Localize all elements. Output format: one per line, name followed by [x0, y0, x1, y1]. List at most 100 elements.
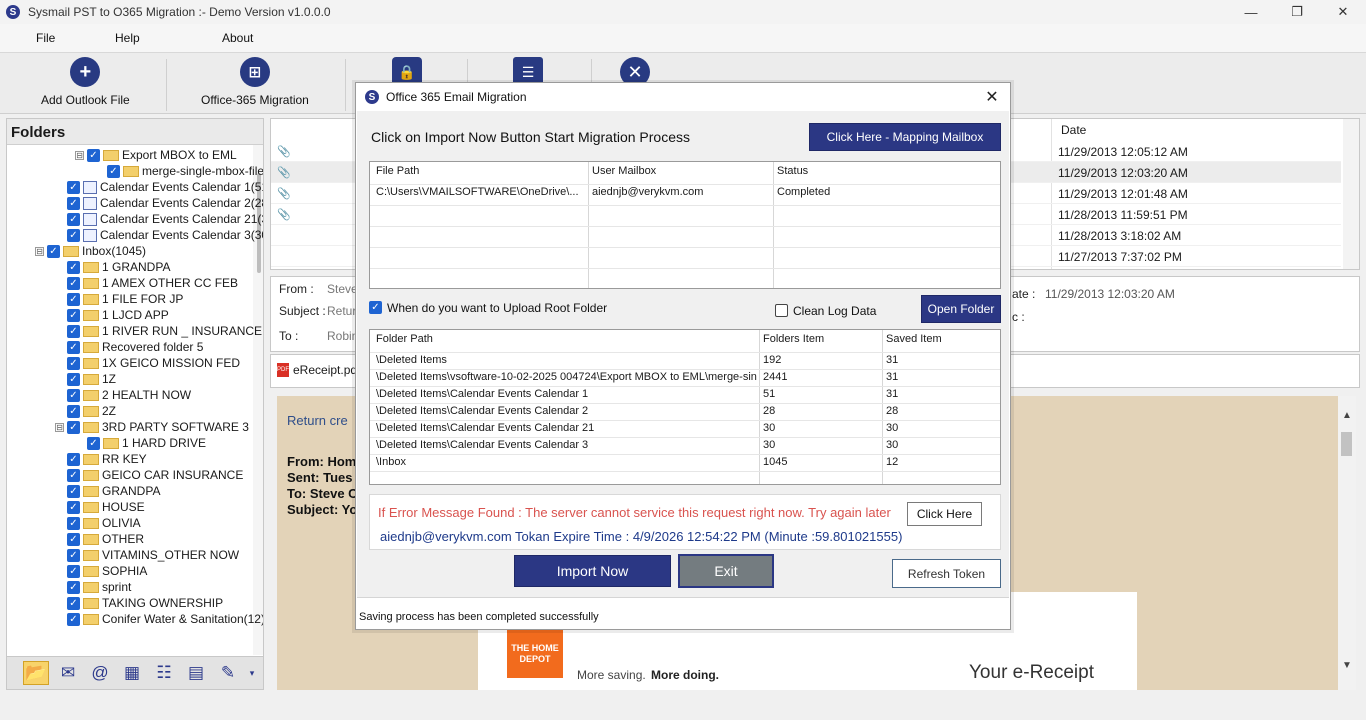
- office365-migration-button[interactable]: ⊞ Office-365 Migration: [201, 57, 309, 107]
- menu-help[interactable]: Help: [115, 31, 140, 45]
- contact-icon[interactable]: @: [87, 661, 113, 685]
- folder-tree-item[interactable]: ✓ 1 LJCD APP: [67, 307, 169, 323]
- folder-tree-item[interactable]: ✓ Calendar Events Calendar 1(51: [67, 179, 263, 195]
- folder-checkbox[interactable]: ✓: [67, 452, 80, 466]
- table-row[interactable]: \Deleted Items\Calendar Events Calendar …: [370, 437, 1000, 454]
- upload-root-checkbox[interactable]: ✓: [369, 301, 382, 314]
- folder-checkbox[interactable]: ✓: [67, 292, 80, 306]
- calendar-check-icon[interactable]: ▤: [183, 661, 209, 685]
- column-header[interactable]: Folders Item: [763, 333, 824, 345]
- folder-tree-item[interactable]: ✓ 1 HARD DRIVE: [87, 435, 206, 451]
- folder-checkbox[interactable]: ✓: [67, 500, 80, 514]
- folder-checkbox[interactable]: ✓: [67, 580, 80, 594]
- column-header[interactable]: Status: [777, 165, 808, 177]
- close-icon[interactable]: ✕: [1320, 0, 1366, 24]
- folder-tree-item[interactable]: ✓ 1Z: [67, 371, 116, 387]
- add-outlook-file-button[interactable]: + Add Outlook File: [41, 57, 130, 107]
- folder-checkbox[interactable]: ✓: [67, 516, 80, 530]
- folder-tree-item[interactable]: ✓ 1X GEICO MISSION FED: [67, 355, 240, 371]
- folder-tree-item[interactable]: ✓ 1 GRANDPA: [67, 259, 170, 275]
- folder-checkbox[interactable]: ✓: [67, 468, 80, 482]
- folder-tree-item[interactable]: ✓ TAKING OWNERSHIP: [67, 595, 223, 611]
- folder-checkbox[interactable]: ✓: [67, 228, 80, 242]
- calendar-icon[interactable]: ▦: [119, 661, 145, 685]
- folder-checkbox[interactable]: ✓: [67, 212, 80, 226]
- folder-tree-item[interactable]: ⊟ ✓ 3RD PARTY SOFTWARE 3: [55, 419, 249, 435]
- folder-checkbox[interactable]: ✓: [67, 196, 80, 210]
- folder-checkbox[interactable]: ✓: [67, 564, 80, 578]
- folder-tree-item[interactable]: ✓ 1 FILE FOR JP: [67, 291, 183, 307]
- folder-checkbox[interactable]: ✓: [67, 324, 80, 338]
- folder-checkbox[interactable]: ✓: [67, 260, 80, 274]
- clean-log-checkbox[interactable]: [775, 304, 788, 317]
- folder-checkbox[interactable]: ✓: [67, 532, 80, 546]
- column-header[interactable]: User Mailbox: [592, 165, 656, 177]
- table-row[interactable]: C:\Users\VMAILSOFTWARE\OneDrive\... aiedn…: [370, 184, 1000, 201]
- chevron-down-icon[interactable]: ▾: [247, 661, 257, 685]
- folder-tree-item[interactable]: ✓ VITAMINS_OTHER NOW: [67, 547, 239, 563]
- folder-checkbox[interactable]: ✓: [67, 180, 80, 194]
- menu-file[interactable]: File: [36, 31, 55, 45]
- folder-tree-item[interactable]: ✓ HOUSE: [67, 499, 145, 515]
- folder-tree-item[interactable]: ✓ sprint: [67, 579, 131, 595]
- mapping-mailbox-button[interactable]: Click Here - Mapping Mailbox: [809, 123, 1001, 151]
- preview-scrollbar[interactable]: ▲ ▼: [1338, 396, 1356, 690]
- folder-checkbox[interactable]: ✓: [67, 484, 80, 498]
- folder-tree-item[interactable]: ✓ OLIVIA: [67, 515, 141, 531]
- folder-tree-item[interactable]: ✓ 2Z: [67, 403, 116, 419]
- folder-tree-item[interactable]: ✓ Calendar Events Calendar 2(28: [67, 195, 263, 211]
- folder-checkbox[interactable]: ✓: [67, 548, 80, 562]
- expand-collapse-icon[interactable]: ⊟: [35, 246, 44, 256]
- table-row[interactable]: \Deleted Items\Calendar Events Calendar …: [370, 403, 1000, 420]
- exit-button[interactable]: Exit: [678, 554, 774, 588]
- folder-tree-item[interactable]: ✓ GEICO CAR INSURANCE: [67, 467, 243, 483]
- table-row[interactable]: \Deleted Items 192 31: [370, 352, 1000, 369]
- folder-checkbox[interactable]: ✓: [67, 388, 80, 402]
- column-header[interactable]: Saved Item: [886, 333, 942, 345]
- table-row[interactable]: \Inbox 1045 12: [370, 454, 1000, 471]
- folder-checkbox[interactable]: ✓: [87, 148, 100, 162]
- folder-tree-item[interactable]: ✓ SOPHIA: [67, 563, 147, 579]
- dialog-close-icon[interactable]: ✕: [982, 87, 1002, 107]
- folder-tree-item[interactable]: ✓ RR KEY: [67, 451, 147, 467]
- folder-checkbox[interactable]: ✓: [107, 164, 120, 178]
- folder-checkbox[interactable]: ✓: [67, 404, 80, 418]
- mail-list-scrollbar[interactable]: [1343, 119, 1359, 269]
- mail-icon[interactable]: ✉: [55, 661, 81, 685]
- column-header[interactable]: Folder Path: [376, 333, 433, 345]
- column-header[interactable]: File Path: [376, 165, 419, 177]
- folder-tree-item[interactable]: ⊟ ✓ Inbox(1045): [35, 243, 146, 259]
- attachment-link[interactable]: eReceipt.pdf: [293, 363, 360, 377]
- folder-tree-item[interactable]: ✓ 2 HEALTH NOW: [67, 387, 191, 403]
- click-here-button[interactable]: Click Here: [907, 502, 982, 526]
- folder-checkbox[interactable]: ✓: [67, 612, 80, 626]
- table-row[interactable]: \Deleted Items\Calendar Events Calendar …: [370, 386, 1000, 403]
- folder-tree-item[interactable]: ✓ GRANDPA: [67, 483, 160, 499]
- folder-tree-item[interactable]: ✓ Calendar Events Calendar 21(3: [67, 211, 263, 227]
- folder-checkbox[interactable]: ✓: [67, 356, 80, 370]
- folder-checkbox[interactable]: ✓: [67, 372, 80, 386]
- folder-tree-item[interactable]: ⊟ ✓ Export MBOX to EML: [75, 147, 237, 163]
- folder-tree-item[interactable]: ✓ Recovered folder 5: [67, 339, 203, 355]
- refresh-token-button[interactable]: Refresh Token: [892, 559, 1001, 588]
- minimize-icon[interactable]: —: [1228, 0, 1274, 24]
- task-list-icon[interactable]: ☷: [151, 661, 177, 685]
- open-folder-button[interactable]: Open Folder: [921, 295, 1001, 323]
- table-row[interactable]: \Deleted Items\Calendar Events Calendar …: [370, 420, 1000, 437]
- folder-view-icon[interactable]: 📂: [23, 661, 49, 685]
- folder-tree-item[interactable]: ✓ 1 AMEX OTHER CC FEB: [67, 275, 238, 291]
- folder-checkbox[interactable]: ✓: [67, 276, 80, 290]
- folder-tree-item[interactable]: ✓ Conifer Water & Sanitation(12): [67, 611, 263, 627]
- import-now-button[interactable]: Import Now: [514, 555, 671, 587]
- maximize-icon[interactable]: ❐: [1274, 0, 1320, 24]
- expand-collapse-icon[interactable]: ⊟: [55, 422, 64, 432]
- folder-tree-item[interactable]: ✓ Calendar Events Calendar 3(30: [67, 227, 263, 243]
- folder-checkbox[interactable]: ✓: [87, 436, 100, 450]
- folder-checkbox[interactable]: ✓: [67, 340, 80, 354]
- notes-icon[interactable]: ✎: [215, 661, 241, 685]
- folder-tree-item[interactable]: ✓ OTHER: [67, 531, 144, 547]
- folder-checkbox[interactable]: ✓: [67, 308, 80, 322]
- folder-tree-item[interactable]: ✓ 1 RIVER RUN _ INSURANCE: [67, 323, 262, 339]
- table-row[interactable]: \Deleted Items\vsoftware-10-02-2025 0047…: [370, 369, 1000, 386]
- menu-about[interactable]: About: [222, 31, 253, 45]
